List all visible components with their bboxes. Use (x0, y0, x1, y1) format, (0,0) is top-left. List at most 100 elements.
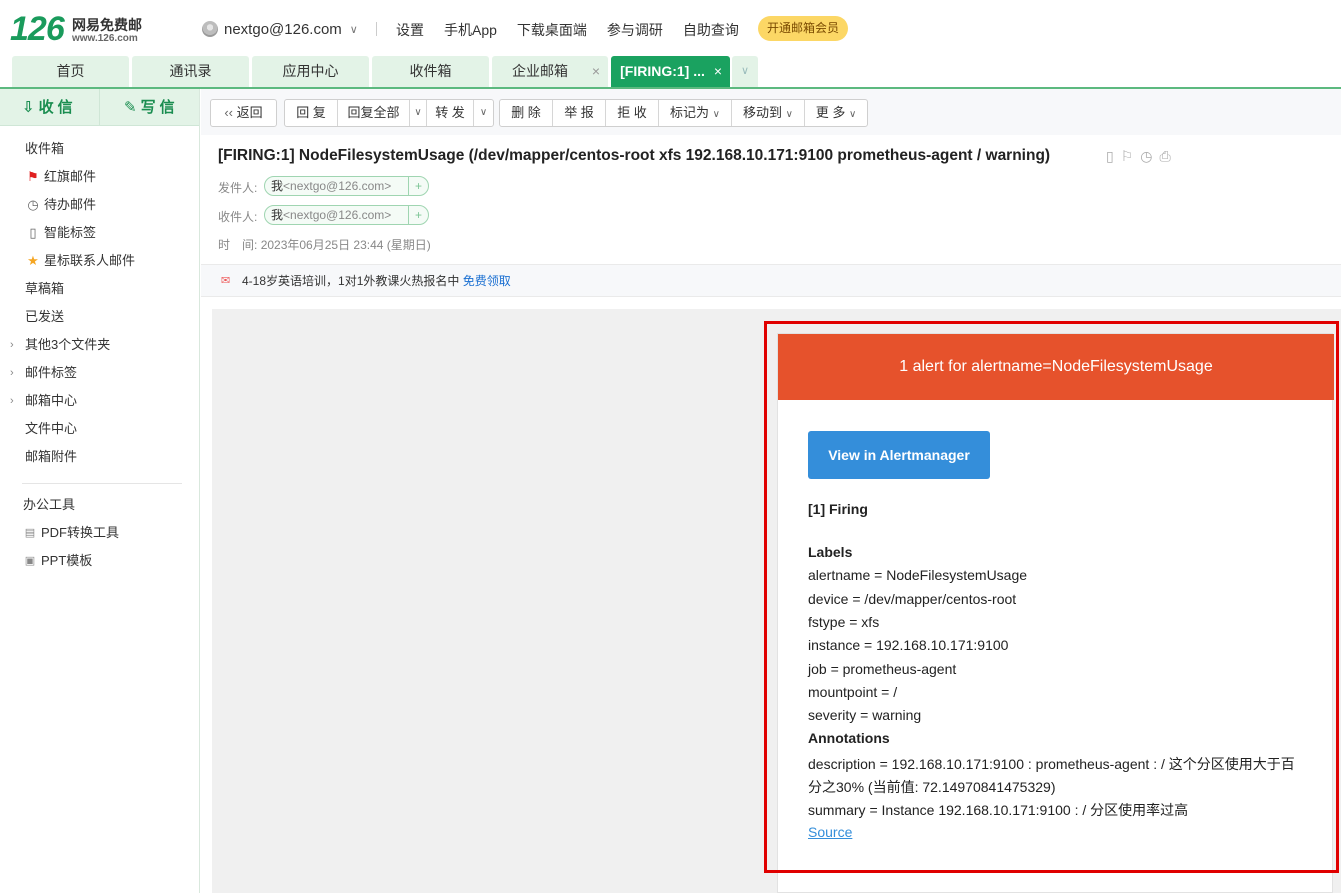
receive-button[interactable]: ⇩ 收信 (22, 89, 77, 126)
flag-icon: ⚑ (27, 169, 39, 184)
tab-label: 企业邮箱 (512, 63, 568, 79)
sidebar-item-mail-tags[interactable]: › 邮件标签 (0, 359, 199, 387)
forward-dropdown[interactable]: ∨ (474, 100, 493, 126)
bookmark-icon[interactable]: ▯ (1106, 148, 1114, 165)
compose-bar: ⇩ 收信 ✎ 写信 (0, 89, 199, 126)
sidebar-item-office-tools[interactable]: 办公工具 (0, 491, 199, 519)
forward-button[interactable]: 转 发 (427, 100, 473, 126)
chevron-down-icon: ∨ (349, 23, 358, 36)
reply-button[interactable]: 回 复 (285, 100, 337, 126)
tab-current-message[interactable]: [FIRING:1] ... × (611, 56, 730, 87)
tab-inbox[interactable]: 收件箱 (372, 56, 489, 87)
sidebar-item-label: 邮件标签 (25, 365, 78, 380)
sidebar-item-other-folders[interactable]: › 其他3个文件夹 (0, 331, 199, 359)
sidebar-item-inbox[interactable]: 收件箱 (0, 135, 199, 163)
sidebar-item-label: 星标联系人邮件 (44, 253, 136, 268)
message-view: ‹‹ 返回 回 复 回复全部 ∨ 转 发 ∨ 删 除 举 报 拒 收 标记为 ∨… (201, 89, 1341, 893)
logo-url: www.126.com (72, 33, 138, 44)
mark-as-button[interactable]: 标记为 ∨ (659, 100, 731, 126)
self-service-link[interactable]: 自助查询 (683, 20, 739, 40)
time-row: 时 间: 2023年06月25日 23:44 (星期日) (218, 236, 431, 253)
move-to-button[interactable]: 移动到 ∨ (732, 100, 804, 126)
more-label: 更 多 (815, 105, 846, 120)
pencil-icon: ✎ (124, 99, 137, 116)
top-bar: 126 网易免费邮 www.126.com nextgo@126.com ∨ 设… (0, 0, 1341, 56)
survey-link[interactable]: 参与调研 (607, 20, 663, 40)
tab-home[interactable]: 首页 (12, 56, 129, 87)
message-subject: [FIRING:1] NodeFilesystemUsage (/dev/map… (218, 147, 1051, 164)
tab-enterprise-mail[interactable]: 企业邮箱 × (492, 56, 608, 87)
tab-overflow-button[interactable]: ∨ (732, 56, 758, 87)
tab-contacts[interactable]: 通讯录 (132, 56, 249, 87)
subject-actions: ▯ ⚐ ◷ ⎙ (1106, 148, 1171, 165)
sidebar-item-label: PDF转换工具 (41, 525, 120, 540)
clock-icon[interactable]: ◷ (1140, 148, 1152, 165)
sender-email: <nextgo@126.com> (283, 179, 392, 193)
sidebar-item-attachments[interactable]: 邮箱附件 (0, 443, 199, 471)
sidebar-item-sent[interactable]: 已发送 (0, 303, 199, 331)
delete-button[interactable]: 删 除 (500, 100, 552, 126)
ad-icon: ✉ (221, 275, 231, 287)
sidebar-item-ppt-templates[interactable]: ▣ PPT模板 (0, 547, 199, 575)
sidebar-item-label: 红旗邮件 (44, 169, 97, 184)
sidebar-item-label: 其他3个文件夹 (25, 337, 111, 352)
recipient-chip[interactable]: 我<nextgo@126.com> + (264, 205, 429, 225)
sidebar-item-flagged[interactable]: ⚑ 红旗邮件 (0, 163, 199, 191)
close-icon[interactable]: × (714, 56, 722, 87)
sidebar-item-mail-center[interactable]: › 邮箱中心 (0, 387, 199, 415)
clock-icon: ◷ (27, 197, 39, 212)
compose-button[interactable]: ✎ 写信 (124, 89, 179, 126)
recipient-email: <nextgo@126.com> (283, 208, 392, 222)
recipient-name: 我 (271, 208, 284, 222)
download-desktop-link[interactable]: 下载桌面端 (517, 20, 587, 40)
sidebar-item-todo[interactable]: ◷ 待办邮件 (0, 191, 199, 219)
sidebar-item-drafts[interactable]: 草稿箱 (0, 275, 199, 303)
sidebar-item-file-center[interactable]: 文件中心 (0, 415, 199, 443)
sidebar-item-pdf-converter[interactable]: ▤ PDF转换工具 (0, 519, 199, 547)
divider (375, 22, 377, 36)
annotation-description-continued: 分之30% (当前值: 72.14970841475329) (808, 779, 1056, 795)
logo[interactable]: 126 网易免费邮 www.126.com (10, 10, 155, 48)
back-button[interactable]: ‹‹ 返回 (210, 99, 277, 127)
double-chevron-left-icon: ‹‹ (224, 105, 237, 120)
add-contact-icon[interactable]: + (408, 177, 428, 195)
reply-all-dropdown[interactable]: ∨ (410, 100, 426, 126)
flag-icon[interactable]: ⚐ (1121, 148, 1134, 165)
divider (99, 89, 100, 126)
more-button[interactable]: 更 多 ∨ (805, 100, 867, 126)
account-menu[interactable]: nextgo@126.com ∨ (202, 18, 377, 40)
view-in-alertmanager-button[interactable]: View in Alertmanager (808, 431, 990, 479)
tab-app-center[interactable]: 应用中心 (252, 56, 369, 87)
alert-header: 1 alert for alertname=NodeFilesystemUsag… (778, 334, 1334, 400)
close-icon[interactable]: × (592, 56, 600, 87)
tab-bar: 首页 通讯录 应用中心 收件箱 企业邮箱 × [FIRING:1] ... × ∨ (0, 56, 1341, 89)
reject-button[interactable]: 拒 收 (606, 100, 658, 126)
bookmark-icon: ▯ (29, 225, 37, 240)
label-line: fstype = xfs (808, 614, 880, 630)
chevron-right-icon: › (10, 339, 14, 351)
vip-button[interactable]: 开通邮箱会员 (758, 16, 848, 41)
print-icon[interactable]: ⎙ (1160, 148, 1171, 165)
ad-text[interactable]: 4-18岁英语培训，1对1外教课火热报名中 免费领取 (242, 265, 511, 297)
sidebar-item-smart-tags[interactable]: ▯ 智能标签 (0, 219, 199, 247)
inbox-download-icon: ⇩ (22, 99, 35, 116)
ppt-icon: ▣ (24, 555, 36, 567)
report-button[interactable]: 举 报 (553, 100, 605, 126)
message-toolbar: ‹‹ 返回 回 复 回复全部 ∨ 转 发 ∨ 删 除 举 报 拒 收 标记为 ∨… (201, 89, 1341, 135)
reply-all-button[interactable]: 回复全部 (338, 100, 409, 126)
sender-chip[interactable]: 我<nextgo@126.com> + (264, 176, 429, 196)
to-label: 收件人: (218, 210, 258, 224)
sidebar-item-label: 邮箱中心 (25, 393, 78, 408)
compose-label: 写信 (140, 99, 179, 116)
from-label: 发件人: (218, 181, 258, 195)
label-line: alertname = NodeFilesystemUsage (808, 567, 1028, 583)
sidebar-item-starred[interactable]: ★ 星标联系人邮件 (0, 247, 199, 275)
mobile-app-link[interactable]: 手机App (444, 20, 497, 40)
add-contact-icon[interactable]: + (408, 206, 428, 224)
settings-link[interactable]: 设置 (396, 20, 424, 40)
back-text: 返回 (236, 105, 263, 120)
ad-link[interactable]: 免费领取 (463, 274, 511, 288)
source-link[interactable]: Source (808, 824, 852, 840)
star-icon: ★ (27, 253, 39, 268)
sender-name: 我 (271, 179, 284, 193)
